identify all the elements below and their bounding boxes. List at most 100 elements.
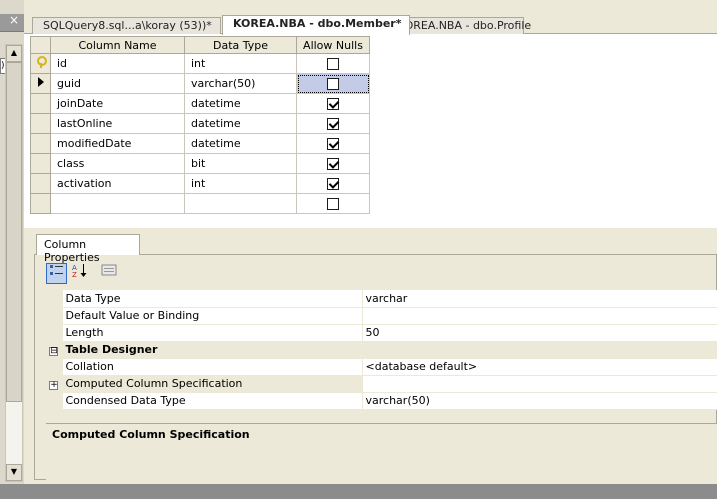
document-tab-bar: SQLQuery8.sql...a\koray (53))* KOREA.NBA… <box>24 14 717 35</box>
allow-nulls-cell[interactable] <box>296 153 370 174</box>
allow-nulls-checkbox[interactable] <box>327 78 339 90</box>
property-pages-icon[interactable] <box>98 263 119 284</box>
category-label: Table Designer <box>62 341 717 359</box>
collapse-icon[interactable]: ⊟ <box>49 347 59 356</box>
allow-nulls-checkbox[interactable] <box>327 98 339 110</box>
categorized-icon[interactable] <box>46 263 67 284</box>
allow-nulls-checkbox[interactable] <box>327 178 339 190</box>
property-row[interactable]: + Computed Column Specification <box>46 375 717 393</box>
table-row[interactable]: lastOnline datetime <box>30 113 370 134</box>
property-value[interactable] <box>362 307 717 325</box>
property-name: Computed Column Specification <box>62 375 363 393</box>
column-name-cell[interactable] <box>50 193 185 214</box>
property-name: Data Type <box>62 290 363 308</box>
data-type-cell[interactable]: datetime <box>184 113 297 134</box>
row-selector[interactable] <box>30 133 51 154</box>
table-row[interactable]: id int <box>30 53 370 74</box>
column-name-cell[interactable]: class <box>50 153 185 174</box>
property-row[interactable]: Default Value or Binding <box>46 307 717 325</box>
data-type-header[interactable]: Data Type <box>184 36 297 54</box>
table-row[interactable]: guid varchar(50) <box>30 73 370 94</box>
column-name-cell[interactable]: lastOnline <box>50 113 185 134</box>
column-name-cell[interactable]: modifiedDate <box>50 133 185 154</box>
data-type-cell[interactable]: bit <box>184 153 297 174</box>
property-row[interactable]: Length 50 <box>46 324 717 342</box>
table-row[interactable]: modifiedDate datetime <box>30 133 370 154</box>
grid-header-row: Column Name Data Type Allow Nulls <box>30 36 370 54</box>
property-value[interactable]: 50 <box>362 324 717 342</box>
allow-nulls-cell[interactable] <box>296 173 370 194</box>
tab-sqlquery8[interactable]: SQLQuery8.sql...a\koray (53))* <box>32 17 221 34</box>
column-name-header[interactable]: Column Name <box>50 36 185 54</box>
property-description: Computed Column Specification <box>46 423 717 485</box>
property-row[interactable]: Collation <database default> <box>46 358 717 376</box>
allow-nulls-checkbox[interactable] <box>327 118 339 130</box>
properties-toolbar: AZ <box>46 263 146 285</box>
property-value[interactable]: <database default> <box>362 358 717 376</box>
property-name: Condensed Data Type <box>62 392 363 410</box>
allow-nulls-cell[interactable] <box>296 73 370 94</box>
allow-nulls-cell[interactable] <box>296 133 370 154</box>
table-designer-grid-area: Column Name Data Type Allow Nulls id int… <box>24 34 717 228</box>
allow-nulls-checkbox[interactable] <box>327 158 339 170</box>
tab-member-designer[interactable]: KOREA.NBA - dbo.Member* <box>222 15 411 35</box>
left-vertical-scrollbar[interactable]: ▲ ▼ <box>5 44 23 482</box>
column-name-cell[interactable]: activation <box>50 173 185 194</box>
primary-key-icon <box>36 56 47 68</box>
allow-nulls-checkbox[interactable] <box>327 198 339 210</box>
data-type-cell[interactable]: datetime <box>184 133 297 154</box>
column-properties-body: AZ Data Type varchar Default Value or Bi… <box>34 254 717 485</box>
table-row[interactable]: class bit <box>30 153 370 174</box>
close-icon[interactable]: × <box>6 14 22 28</box>
property-value[interactable] <box>362 375 717 393</box>
tab-column-properties[interactable]: Column Properties <box>36 234 140 264</box>
table-row-new[interactable] <box>30 193 370 214</box>
row-selector-header[interactable] <box>30 36 51 54</box>
property-name: Length <box>62 324 363 342</box>
property-category[interactable]: ⊟ Table Designer <box>46 341 717 359</box>
allow-nulls-checkbox[interactable] <box>327 58 339 70</box>
current-row-pointer-icon <box>37 77 44 87</box>
allow-nulls-cell[interactable] <box>296 193 370 214</box>
allow-nulls-cell[interactable] <box>296 53 370 74</box>
table-row[interactable]: activation int <box>30 173 370 194</box>
property-grid: Data Type varchar Default Value or Bindi… <box>46 290 717 410</box>
property-value[interactable]: varchar <box>362 290 717 308</box>
scroll-thumb[interactable] <box>6 62 22 402</box>
property-row[interactable]: Data Type varchar <box>46 290 717 308</box>
columns-grid: Column Name Data Type Allow Nulls id int… <box>30 36 370 214</box>
row-selector[interactable] <box>30 73 51 94</box>
row-selector[interactable] <box>30 53 51 74</box>
left-panel-header: × <box>0 14 24 32</box>
column-name-cell[interactable]: guid <box>50 73 185 94</box>
svg-text:Z: Z <box>72 271 77 278</box>
data-type-cell[interactable]: int <box>184 53 297 74</box>
property-row[interactable]: Condensed Data Type varchar(50) <box>46 392 717 410</box>
scroll-up-arrow-icon[interactable]: ▲ <box>6 45 22 62</box>
allow-nulls-header[interactable]: Allow Nulls <box>296 36 370 54</box>
row-selector[interactable] <box>30 113 51 134</box>
table-row[interactable]: joinDate datetime <box>30 93 370 114</box>
allow-nulls-cell[interactable] <box>296 93 370 114</box>
expand-icon[interactable]: + <box>49 381 59 390</box>
status-bar <box>0 484 717 499</box>
row-selector[interactable] <box>30 173 51 194</box>
allow-nulls-checkbox[interactable] <box>327 138 339 150</box>
row-selector[interactable] <box>30 153 51 174</box>
row-selector[interactable] <box>30 93 51 114</box>
data-type-cell[interactable]: varchar(50) <box>184 73 297 94</box>
data-type-cell[interactable]: datetime <box>184 93 297 114</box>
property-name: Default Value or Binding <box>62 307 363 325</box>
property-value[interactable]: varchar(50) <box>362 392 717 410</box>
top-band <box>24 0 717 14</box>
allow-nulls-cell[interactable] <box>296 113 370 134</box>
scroll-down-arrow-icon[interactable]: ▼ <box>6 464 22 481</box>
data-type-cell[interactable] <box>184 193 297 214</box>
data-type-cell[interactable]: int <box>184 173 297 194</box>
column-name-cell[interactable]: id <box>50 53 185 74</box>
alphabetical-sort-icon[interactable]: AZ <box>69 263 90 284</box>
row-selector[interactable] <box>30 193 51 214</box>
column-name-cell[interactable]: joinDate <box>50 93 185 114</box>
property-name: Collation <box>62 358 363 376</box>
column-properties-panel: Column Properties AZ Data Type varchar D… <box>24 234 717 485</box>
